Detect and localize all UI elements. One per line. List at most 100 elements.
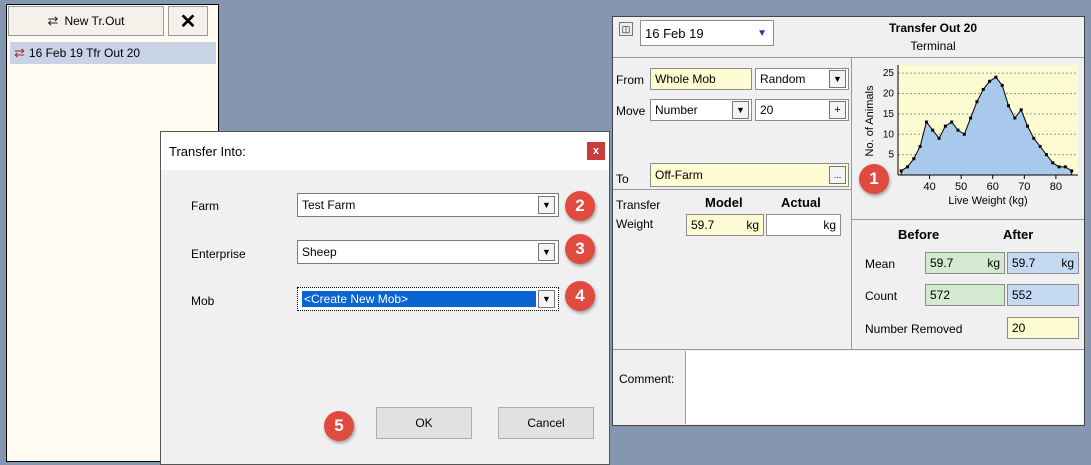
- chevron-down-icon: ▼: [732, 101, 749, 119]
- to-value: Off-Farm: [655, 168, 703, 182]
- step-badge-1: 1: [859, 164, 889, 194]
- mob-select[interactable]: <Create New Mob> ▼: [297, 287, 559, 311]
- x-axis-label: Live Weight (kg): [948, 195, 1027, 207]
- data-point: [962, 132, 966, 136]
- divider: [851, 57, 852, 349]
- model-header: Model: [705, 195, 743, 210]
- mean-label: Mean: [865, 257, 896, 271]
- divider: [851, 219, 1084, 220]
- close-icon: ✕: [179, 10, 197, 33]
- from-method-select[interactable]: Random ▼: [755, 68, 849, 90]
- move-label: Move: [616, 104, 646, 118]
- data-point: [1057, 165, 1061, 169]
- enterprise-label: Enterprise: [191, 247, 246, 261]
- to-field[interactable]: Off-Farm ...: [650, 163, 849, 187]
- x-tick-label: 80: [1050, 181, 1062, 193]
- y-tick-label: 15: [883, 109, 895, 120]
- to-label: To: [616, 172, 629, 186]
- data-point: [994, 75, 998, 79]
- data-point: [918, 144, 922, 148]
- chevron-down-icon: ▼: [538, 290, 555, 308]
- chevron-down-icon: ▼: [538, 196, 555, 214]
- data-point: [924, 120, 928, 124]
- page-subtitle: Terminal: [910, 39, 956, 53]
- enterprise-value: Sheep: [302, 245, 337, 259]
- before-header: Before: [898, 227, 940, 242]
- delete-button[interactable]: ✕: [168, 6, 208, 36]
- plus-button[interactable]: +: [829, 101, 846, 119]
- transfer-label: Transfer: [616, 198, 661, 212]
- comment-label: Comment:: [619, 372, 675, 386]
- close-icon: x: [592, 145, 600, 157]
- move-count-field[interactable]: 20 +: [755, 99, 849, 121]
- from-label: From: [616, 73, 644, 87]
- data-point: [912, 157, 916, 161]
- divider: [613, 349, 1084, 350]
- y-tick-label: 10: [883, 129, 895, 140]
- farm-select[interactable]: Test Farm ▼: [297, 193, 559, 217]
- actual-header: Actual: [781, 195, 821, 210]
- data-point: [1044, 153, 1048, 157]
- y-tick-label: 25: [883, 68, 895, 79]
- from-field[interactable]: Whole Mob: [650, 68, 752, 90]
- move-mode-select[interactable]: Number ▼: [650, 99, 752, 121]
- x-tick-label: 50: [955, 181, 967, 193]
- step-badge-5: 5: [324, 411, 354, 441]
- transfer-out-panel: ◫ 16 Feb 19 ▼ Transfer Out 20 Terminal F…: [612, 16, 1085, 426]
- x-tick-label: 40: [923, 181, 935, 193]
- y-tick-label: 5: [888, 150, 894, 161]
- data-point: [1063, 165, 1067, 169]
- data-point: [937, 136, 941, 140]
- browse-button[interactable]: ...: [829, 166, 846, 184]
- mean-before-field: 59.7 kg: [925, 252, 1005, 274]
- ok-button[interactable]: OK: [376, 407, 472, 439]
- weight-label: Weight: [616, 217, 654, 231]
- dialog-close-button[interactable]: x: [587, 142, 605, 160]
- step-badge-3: 3: [565, 234, 595, 264]
- weight-distribution-chart: Live Weight (kg) No. of Animals 40 50 60 70…: [864, 65, 1078, 207]
- data-point: [1019, 108, 1023, 112]
- data-point: [1038, 144, 1042, 148]
- chevron-down-icon: ▼: [829, 70, 846, 88]
- x-tick-label: 60: [987, 181, 999, 193]
- date-picker[interactable]: 16 Feb 19 ▼: [640, 20, 774, 46]
- step-badge-4: 4: [565, 281, 595, 311]
- mean-before-value: 59.7: [930, 256, 954, 270]
- data-point: [975, 100, 979, 104]
- pin-icon[interactable]: ◫: [619, 22, 633, 36]
- list-item-selected[interactable]: ⇄ 16 Feb 19 Tfr Out 20: [10, 42, 216, 64]
- unit-label: kg: [987, 256, 1000, 270]
- dialog-title-bar: Transfer Into:: [161, 132, 609, 170]
- data-point: [931, 128, 935, 132]
- mean-after-field: 59.7 kg: [1007, 252, 1079, 274]
- count-after-field: 552: [1007, 284, 1079, 306]
- cancel-button[interactable]: Cancel: [498, 407, 594, 439]
- data-point: [1032, 136, 1036, 140]
- mob-label: Mob: [191, 294, 215, 308]
- mob-value: <Create New Mob>: [302, 291, 536, 307]
- count-label: Count: [865, 289, 898, 303]
- data-point: [1007, 104, 1011, 108]
- count-before-value: 572: [930, 288, 951, 302]
- new-transfer-out-button[interactable]: ⇄ New Tr.Out: [8, 6, 164, 36]
- from-method-value: Random: [760, 72, 806, 86]
- unit-label: kg: [1061, 256, 1074, 270]
- new-transfer-out-label: New Tr.Out: [64, 14, 125, 28]
- farm-value: Test Farm: [302, 198, 356, 212]
- chevron-down-icon: ▼: [538, 243, 555, 261]
- date-value: 16 Feb 19: [645, 25, 704, 41]
- after-header: After: [1003, 227, 1034, 242]
- enterprise-select[interactable]: Sheep ▼: [297, 240, 559, 264]
- data-point: [1013, 116, 1017, 120]
- transfer-arrows-icon: ⇄: [47, 13, 59, 28]
- comment-input[interactable]: [685, 351, 1083, 424]
- y-axis-label: No. of Animals: [864, 85, 876, 156]
- actual-weight-field[interactable]: kg: [766, 214, 841, 236]
- transfer-into-dialog: Transfer Into: x Farm Test Farm ▼ Enterp…: [160, 131, 610, 465]
- data-point: [1025, 124, 1029, 128]
- page-title: Transfer Out 20: [888, 21, 978, 35]
- removed-field: 20: [1007, 317, 1079, 339]
- removed-value: 20: [1012, 321, 1026, 335]
- count-after-value: 552: [1012, 288, 1033, 302]
- data-point: [988, 79, 992, 83]
